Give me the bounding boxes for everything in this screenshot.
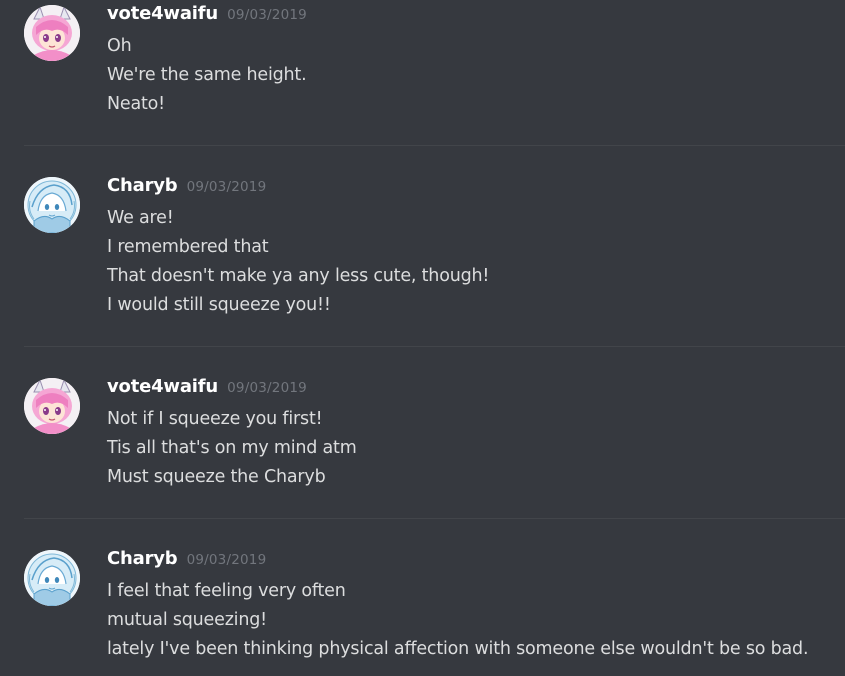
message-line: I feel that feeling very often — [107, 581, 346, 601]
message-line: Not if I squeeze you first! — [107, 409, 323, 429]
anime-pink-hair-avatar-icon — [24, 378, 80, 434]
anime-pink-hair-avatar-icon — [24, 5, 80, 61]
message-line: We're the same height. — [107, 65, 307, 85]
anime-blue-sketch-avatar-icon — [24, 550, 80, 606]
message-line: Tis all that's on my mind atm — [107, 438, 357, 458]
message-content: I feel that feeling very often mutual sq… — [107, 577, 809, 664]
username[interactable]: vote4waifu — [107, 376, 218, 397]
message-content: We are! I remembered that That doesn't m… — [107, 204, 489, 320]
message-header: Charyb 09/03/2019 — [107, 548, 266, 572]
avatar[interactable] — [24, 550, 80, 606]
chat-messages: vote4waifu 09/03/2019 Oh We're the same … — [0, 0, 845, 676]
avatar[interactable] — [24, 177, 80, 233]
message-content: Not if I squeeze you first! Tis all that… — [107, 405, 357, 492]
message-line: I remembered that — [107, 237, 269, 257]
anime-blue-sketch-avatar-icon — [24, 177, 80, 233]
message-divider — [24, 145, 845, 146]
timestamp: 09/03/2019 — [186, 179, 267, 195]
message-line: I would still squeeze you!! — [107, 295, 331, 315]
avatar[interactable] — [24, 378, 80, 434]
timestamp: 09/03/2019 — [227, 7, 307, 23]
message-line: mutual squeezing! — [107, 610, 267, 630]
message-line: That doesn't make ya any less cute, thou… — [107, 266, 490, 286]
message-divider — [24, 518, 845, 519]
message-line: lately I've been thinking physical affec… — [107, 639, 809, 659]
message-line: We are! — [107, 208, 174, 228]
message-header: vote4waifu 09/03/2019 — [107, 3, 307, 27]
username[interactable]: Charyb — [107, 548, 178, 569]
message-divider — [24, 346, 845, 347]
avatar[interactable] — [24, 5, 80, 61]
message-content: Oh We're the same height. Neato! — [107, 32, 307, 119]
message-header: vote4waifu 09/03/2019 — [107, 376, 307, 400]
message-line: Neato! — [107, 94, 165, 114]
timestamp: 09/03/2019 — [227, 380, 307, 396]
message-line: Oh — [107, 36, 132, 56]
username[interactable]: vote4waifu — [107, 3, 218, 24]
message-line: Must squeeze the Charyb — [107, 467, 326, 487]
message-header: Charyb 09/03/2019 — [107, 175, 266, 199]
username[interactable]: Charyb — [107, 175, 178, 196]
timestamp: 09/03/2019 — [186, 552, 267, 568]
